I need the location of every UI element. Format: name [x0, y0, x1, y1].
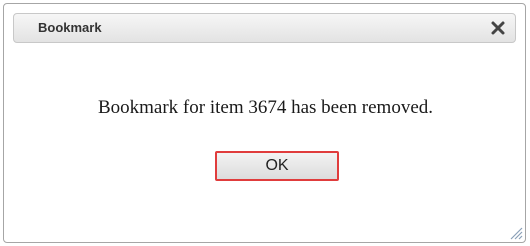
dialog-title: Bookmark [38, 20, 102, 35]
resize-grip-icon[interactable] [509, 226, 523, 240]
dialog-message: Bookmark for item 3674 has been removed. [97, 97, 434, 118]
dialog-titlebar[interactable]: Bookmark [13, 13, 516, 43]
close-icon[interactable] [489, 19, 507, 37]
bookmark-dialog: Bookmark Bookmark for item 3674 has been… [3, 3, 526, 243]
ok-button[interactable]: OK [215, 151, 339, 181]
